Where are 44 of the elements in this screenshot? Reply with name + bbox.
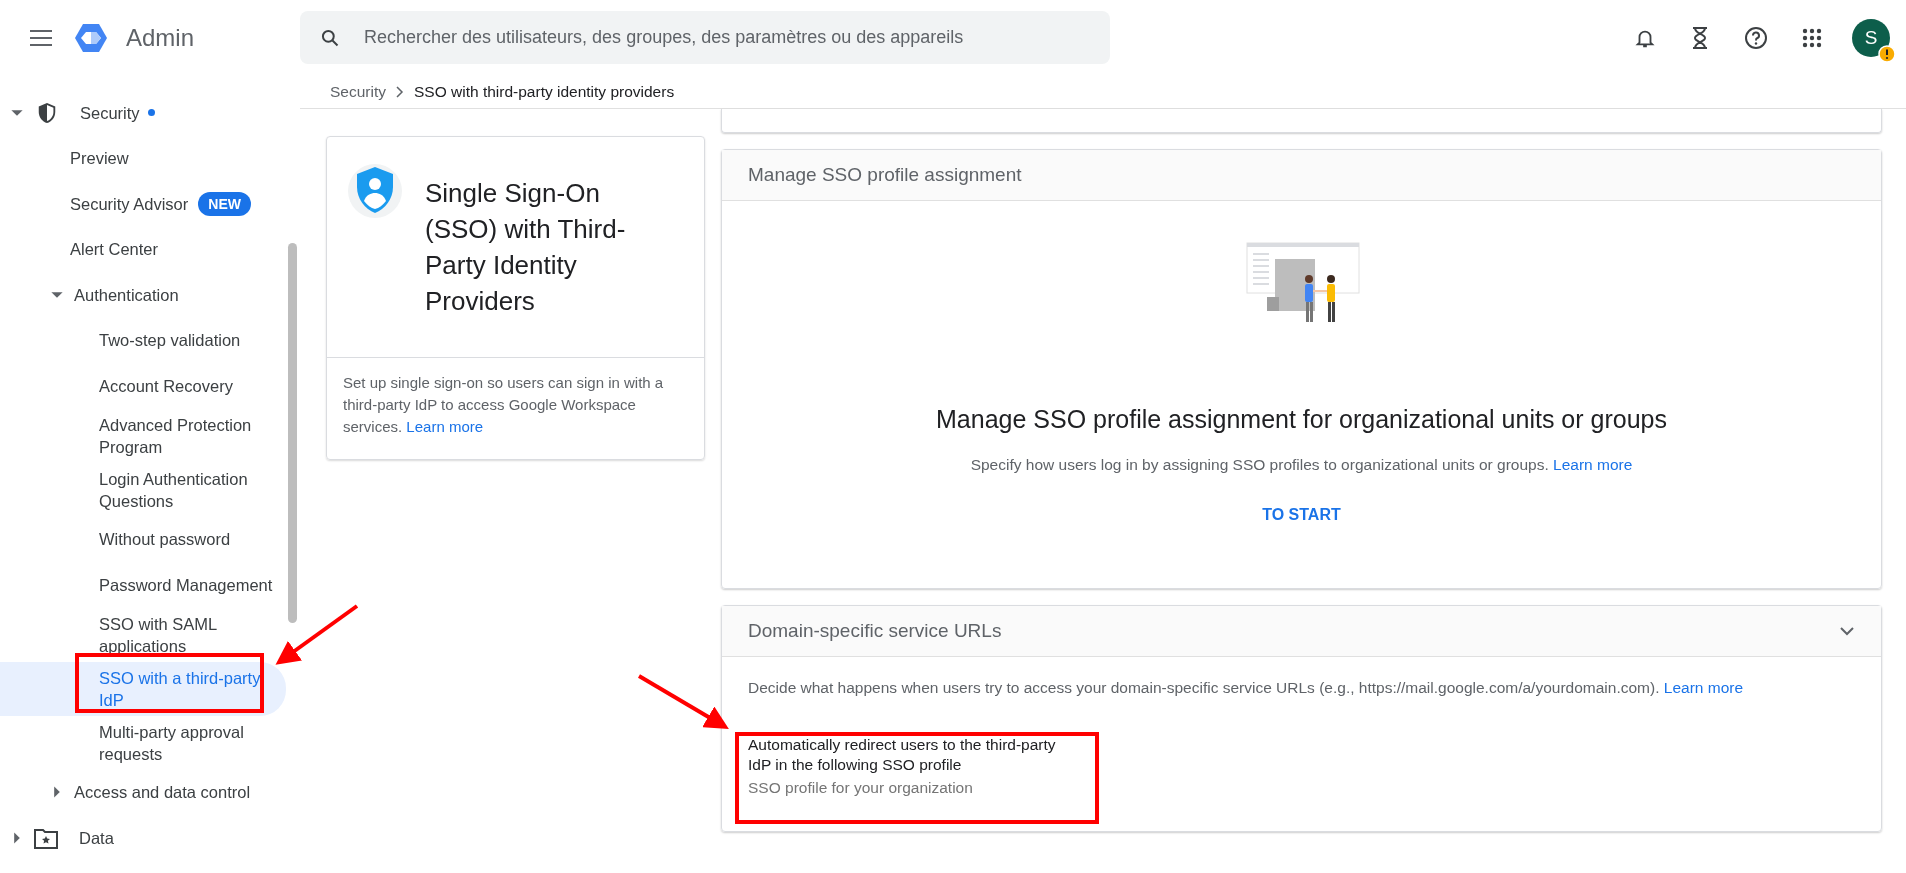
- avatar[interactable]: S: [1852, 18, 1890, 57]
- section-description: Specify how users log in by assigning SSO profiles to organizational units or groups. Learn more: [970, 456, 1633, 474]
- nav-item[interactable]: Without password: [0, 516, 286, 562]
- nav-item[interactable]: SSO with SAML applications: [0, 607, 286, 662]
- learn-more-link[interactable]: Learn more: [1553, 456, 1633, 473]
- app-name: Admin: [126, 23, 195, 52]
- breadcrumb-link[interactable]: SSO with third-party identity providers: [414, 82, 675, 101]
- nav-item[interactable]: Login Authentication Questions: [0, 462, 286, 517]
- nav-item[interactable]: Access and data control: [0, 769, 286, 815]
- breadcrumb-link[interactable]: Security: [330, 82, 386, 101]
- nav-item[interactable]: Authentication: [0, 272, 286, 318]
- card-title: Single Sign-On (SSO) with Third-Party Identity Providers: [425, 177, 627, 318]
- new-badge: NEW: [198, 191, 251, 216]
- search-icon: [320, 27, 340, 48]
- nav-item[interactable]: Two-step validation: [0, 317, 286, 363]
- start-button[interactable]: TO START: [1252, 500, 1351, 530]
- nav-item[interactable]: Security: [0, 90, 286, 136]
- nav-item[interactable]: Security Advisor NEW: [0, 181, 286, 227]
- setting-value: SSO profile for your organization: [748, 778, 974, 798]
- learn-more-link[interactable]: Learn more: [406, 418, 484, 435]
- card-description: Set up single sign-on so users can sign in with a third-party IdP to access Google Workspace services. Learn more: [342, 373, 665, 437]
- nav-item[interactable]: SSO with a third-party IdP: [0, 661, 286, 716]
- shield-person-icon: [347, 161, 403, 221]
- nav-item[interactable]: Account Recovery: [0, 363, 286, 409]
- scrollbar[interactable]: [288, 243, 297, 623]
- learn-more-link[interactable]: Learn more: [1663, 679, 1744, 696]
- setting-label: Automatically redirect users to the third-party IdP in the following SSO profile: [748, 735, 1057, 775]
- chevron-down-icon[interactable]: [1839, 626, 1855, 636]
- nav-item[interactable]: Alert Center: [0, 226, 286, 272]
- nav-item[interactable]: Data: [0, 815, 286, 861]
- nav-item[interactable]: Advanced Protection Program: [0, 408, 286, 463]
- nav-item[interactable]: Password Management: [0, 562, 286, 608]
- nav-item[interactable]: Multi-party approval requests: [0, 715, 286, 770]
- card-header: Domain-specific service URLs: [748, 620, 1002, 642]
- card-header: Manage SSO profile assignment: [748, 164, 1022, 186]
- search-bar[interactable]: Rechercher des utilisateurs, des groupes, des paramètres ou des appareils: [300, 11, 1110, 64]
- search-field[interactable]: Rechercher des utilisateurs, des groupes, des paramètres ou des appareils: [362, 26, 1090, 49]
- section-title: Manage SSO profile assignment for organizational units or groups: [936, 405, 1667, 434]
- chevron-right-icon: [396, 85, 404, 98]
- nav-item[interactable]: Preview: [0, 135, 286, 181]
- shield-icon: [36, 100, 58, 125]
- hexagon-logo-icon: [74, 22, 108, 53]
- section-description: Decide what happens when users try to access your domain-specific service URLs (e.g., https://mail.google.com/a/yourdomain.com). Learn more: [748, 679, 1745, 697]
- folder-star-icon: [34, 826, 58, 849]
